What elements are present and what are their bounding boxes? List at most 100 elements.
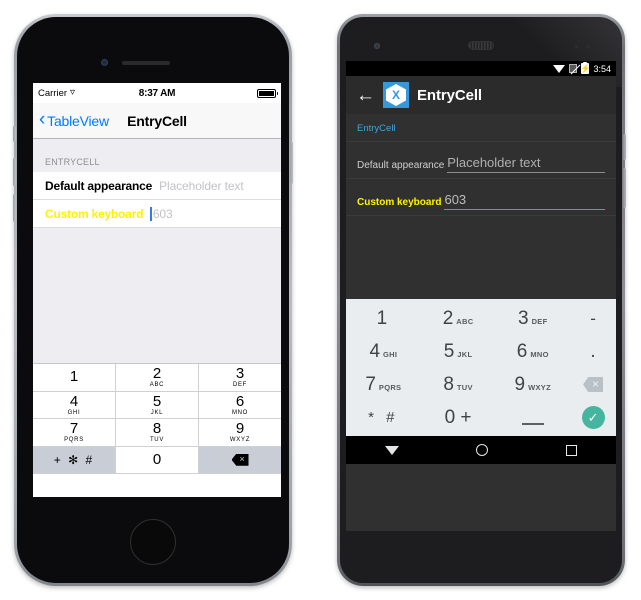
- nav-home-circle-icon[interactable]: [476, 444, 489, 456]
- key-letters: MNO: [530, 349, 549, 359]
- android-navigation-bar: [346, 436, 616, 464]
- key-digit: 1: [69, 368, 79, 386]
- custom-keyboard-input[interactable]: 603: [444, 192, 605, 210]
- key-letters: GHI: [67, 409, 81, 416]
- section-header: EntryCell: [346, 114, 616, 142]
- ios-table-view: ENTRYCELL Default appearance Placeholder…: [33, 139, 281, 363]
- key-8[interactable]: 8 TUV: [421, 368, 496, 401]
- ios-navigation-bar: ‹ TableView EntryCell: [33, 103, 281, 139]
- key-1[interactable]: 1: [33, 364, 116, 392]
- key-digit: 6: [516, 341, 528, 362]
- key-letters: JKL: [150, 409, 164, 416]
- key-0-plus[interactable]: 0 +: [421, 401, 496, 434]
- table-row-default-appearance[interactable]: Default appearance Placeholder text: [33, 172, 281, 200]
- key-digit: 5: [152, 392, 162, 410]
- key-digit: 0 +: [444, 407, 472, 428]
- key-letters: ABC: [456, 316, 474, 326]
- nav-recents-square-icon[interactable]: [566, 444, 578, 456]
- key-dot[interactable]: .: [570, 335, 616, 368]
- key-6[interactable]: 6 MNO: [495, 335, 570, 368]
- key-backspace[interactable]: [199, 446, 281, 474]
- default-appearance-input[interactable]: Placeholder text: [447, 155, 605, 173]
- input-placeholder: Placeholder text: [159, 178, 244, 193]
- key-digit: 5: [443, 341, 455, 362]
- key-digit: 4: [369, 341, 381, 362]
- android-volume-button[interactable]: [623, 168, 626, 208]
- home-button[interactable]: [130, 519, 176, 565]
- wifi-icon: [553, 64, 566, 73]
- row-label: Custom keyboard: [357, 197, 442, 208]
- key-letters: DEF: [531, 316, 548, 326]
- iphone-volume-up-button[interactable]: [13, 158, 16, 186]
- iphone-mute-switch[interactable]: [13, 126, 16, 142]
- table-row-custom-keyboard[interactable]: Custom keyboard 603: [346, 179, 616, 216]
- key-2[interactable]: 2 ABC: [421, 302, 496, 335]
- key-7[interactable]: 7 PQRS: [346, 368, 421, 401]
- android-screen: ⚡ 3:54 ← X EntryCell EntryCell Default a…: [346, 61, 616, 531]
- key-digit: 9: [514, 374, 526, 395]
- earpiece-speaker: [122, 61, 170, 65]
- key-digit: 9: [235, 420, 245, 438]
- section-header: ENTRYCELL: [33, 139, 281, 172]
- back-button[interactable]: ‹ TableView: [39, 110, 109, 129]
- key-digit: 7: [365, 374, 376, 395]
- default-appearance-input[interactable]: Placeholder text: [159, 178, 244, 193]
- key-5[interactable]: 5 JKL: [116, 391, 199, 419]
- key-letters: PQRS: [378, 382, 402, 392]
- check-icon: ✓: [581, 406, 605, 429]
- iphone-power-button[interactable]: [290, 142, 293, 184]
- xamarin-hex-letter: X: [386, 84, 406, 106]
- key-5[interactable]: 5 JKL: [421, 335, 496, 368]
- key-digit: 0: [152, 451, 162, 469]
- key-6[interactable]: 6 MNO: [199, 391, 281, 419]
- key-digit: 1: [376, 308, 388, 329]
- key-1[interactable]: 1: [346, 302, 421, 335]
- iphone-body: Carrier ▿ 8:37 AM ‹ TableView EntryCell …: [17, 17, 289, 583]
- android-content: EntryCell Default appearance Placeholder…: [346, 114, 616, 299]
- android-device: ⚡ 3:54 ← X EntryCell EntryCell Default a…: [337, 14, 626, 586]
- key-0[interactable]: 0: [116, 446, 199, 474]
- key-digit: 3: [235, 365, 245, 383]
- iphone-volume-down-button[interactable]: [13, 194, 16, 222]
- key-9[interactable]: 9 WXYZ: [199, 419, 281, 447]
- key-dash[interactable]: -: [570, 302, 616, 335]
- key-3[interactable]: 3 DEF: [199, 364, 281, 392]
- key-2[interactable]: 2 ABC: [116, 364, 199, 392]
- ios-clock: 8:37 AM: [138, 87, 176, 99]
- table-row-custom-keyboard[interactable]: Custom keyboard 603: [33, 200, 281, 228]
- keypad-row: 7 PQRS 8 TUV 9 WXYZ: [33, 419, 281, 447]
- custom-keyboard-input[interactable]: 603: [150, 206, 173, 221]
- key-symbol-label: .: [590, 340, 596, 362]
- proximity-sensor-icon: [575, 45, 578, 48]
- keypad-row: 1 2 ABC 3 DEF -: [346, 302, 616, 335]
- key-3[interactable]: 3 DEF: [495, 302, 570, 335]
- keypad-row: + ✻ # 0: [33, 446, 281, 474]
- battery-charging-icon: ⚡: [580, 61, 591, 74]
- key-9[interactable]: 9 WXYZ: [495, 368, 570, 401]
- key-star-hash[interactable]: * #: [346, 401, 421, 434]
- key-space[interactable]: [495, 401, 570, 434]
- key-4[interactable]: 4 GHI: [33, 391, 116, 419]
- iphone-device: Carrier ▿ 8:37 AM ‹ TableView EntryCell …: [13, 14, 293, 586]
- no-signal-icon: [569, 64, 578, 73]
- light-sensor-icon: [587, 45, 590, 48]
- key-digit: 8: [152, 420, 162, 438]
- android-numeric-keypad: 1 2 ABC 3 DEF - 4 GHI 5 JKL 6 MNO . 7 PQ…: [346, 299, 616, 436]
- key-7[interactable]: 7 PQRS: [33, 419, 116, 447]
- backspace-icon: [231, 453, 249, 466]
- key-4[interactable]: 4 GHI: [346, 335, 421, 368]
- table-row-default-appearance[interactable]: Default appearance Placeholder text: [346, 142, 616, 179]
- ios-numeric-keypad: 1 2 ABC 3 DEF 4 GHI 5 JKL 6 MNO 7 PQRS 8…: [33, 363, 281, 474]
- nav-back-triangle-icon[interactable]: [384, 445, 399, 455]
- key-letters: DEF: [232, 382, 248, 389]
- android-app-bar: ← X EntryCell: [346, 76, 616, 114]
- key-symbols[interactable]: + ✻ #: [33, 446, 116, 474]
- key-ok[interactable]: ✓: [570, 401, 616, 434]
- key-8[interactable]: 8 TUV: [116, 419, 199, 447]
- row-label: Default appearance: [357, 160, 445, 171]
- android-power-button[interactable]: [623, 134, 626, 160]
- back-button-label: TableView: [47, 112, 109, 129]
- key-backspace[interactable]: [570, 368, 616, 401]
- key-digit: 8: [443, 374, 454, 395]
- arrow-left-icon[interactable]: ←: [356, 86, 375, 105]
